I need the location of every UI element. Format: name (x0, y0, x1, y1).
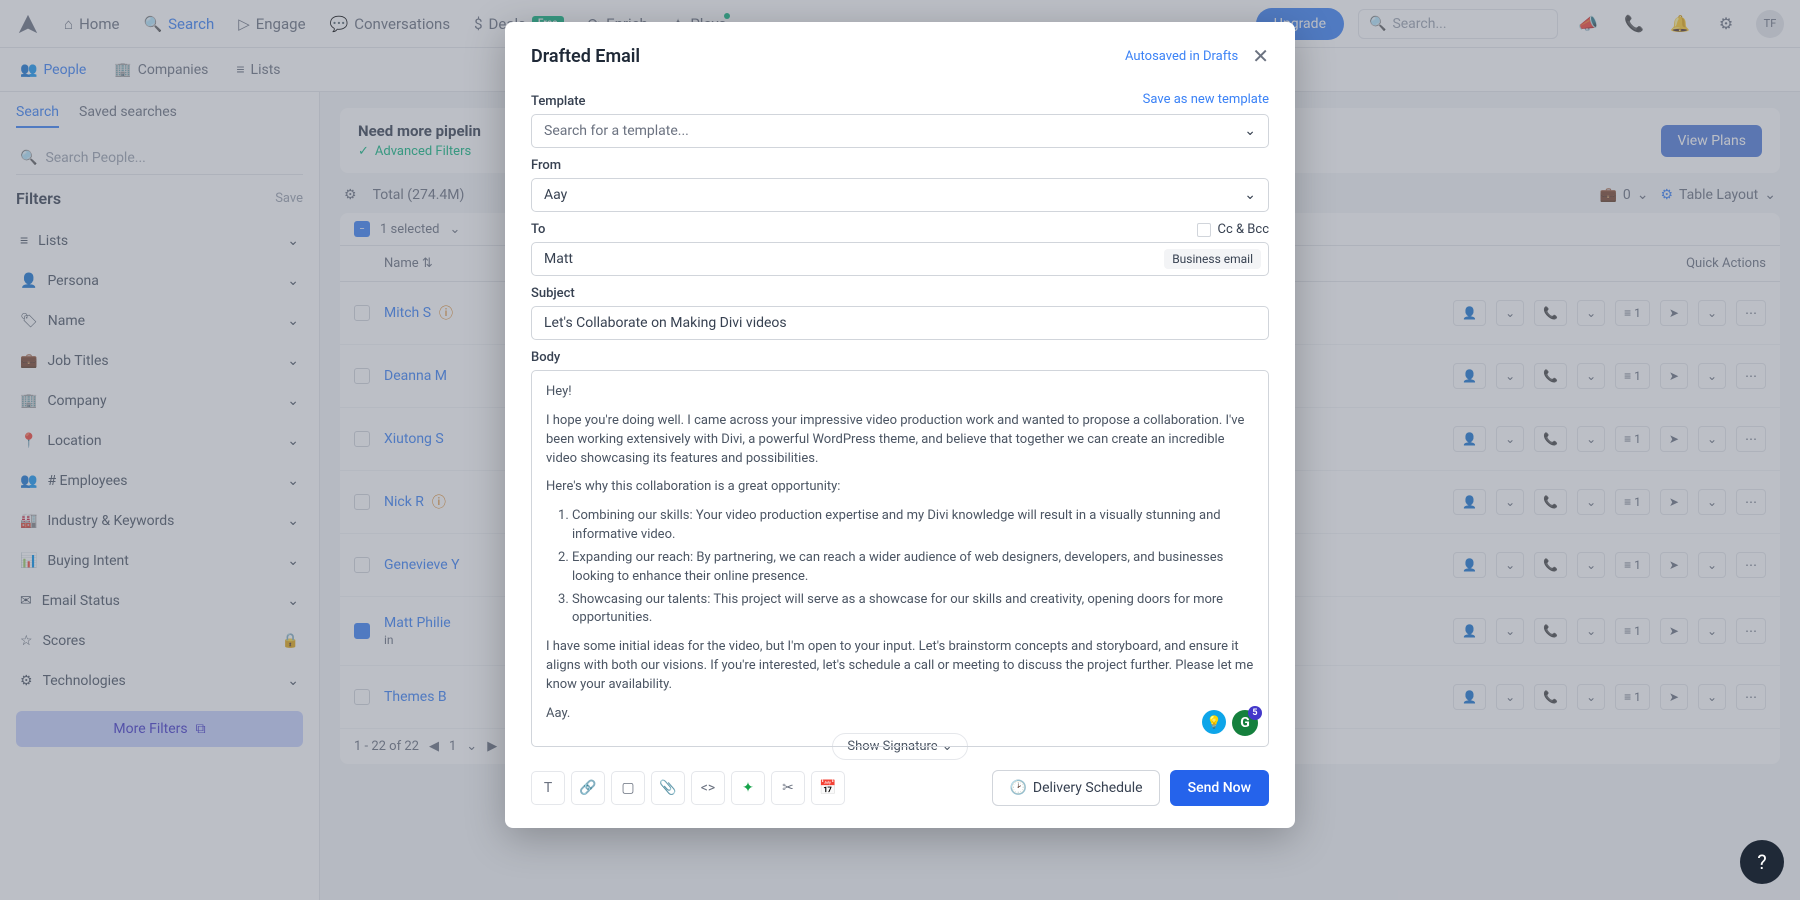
body-editor[interactable]: Hey! I hope you're doing well. I came ac… (531, 370, 1269, 747)
cc-bcc-toggle[interactable]: Cc & Bcc (1197, 222, 1269, 237)
snippet-icon[interactable]: ✂ (771, 771, 805, 805)
image-icon[interactable]: ▢ (611, 771, 645, 805)
assistant-icon[interactable]: 💡 (1202, 710, 1226, 734)
business-email-tag: Business email (1164, 249, 1261, 269)
template-label: Template (531, 94, 586, 109)
ai-icon[interactable]: ✦ (731, 771, 765, 805)
template-select[interactable]: Search for a template... ⌄ (531, 114, 1269, 148)
from-label: From (531, 158, 1269, 173)
calendar-icon[interactable]: 📅 (811, 771, 845, 805)
subject-input[interactable] (531, 306, 1269, 340)
delivery-schedule-button[interactable]: 🕑Delivery Schedule (992, 770, 1159, 806)
help-button[interactable]: ? (1740, 840, 1784, 884)
to-input[interactable] (531, 242, 1269, 276)
save-template-link[interactable]: Save as new template (1143, 92, 1269, 107)
modal-overlay: Drafted Email Autosaved in Drafts ✕ Temp… (0, 0, 1800, 900)
code-icon[interactable]: <> (691, 771, 725, 805)
chevron-down-icon: ⌄ (1244, 187, 1256, 203)
link-icon[interactable]: 🔗 (571, 771, 605, 805)
send-now-button[interactable]: Send Now (1170, 770, 1269, 806)
body-label: Body (531, 350, 1269, 365)
attachment-icon[interactable]: 📎 (651, 771, 685, 805)
modal-title: Drafted Email (531, 46, 640, 67)
autosaved-label[interactable]: Autosaved in Drafts (1125, 49, 1238, 64)
close-icon[interactable]: ✕ (1252, 44, 1269, 68)
subject-label: Subject (531, 286, 1269, 301)
grammarly-icon[interactable]: G5 (1232, 710, 1258, 736)
chevron-down-icon: ⌄ (1244, 123, 1256, 139)
to-label: To (531, 222, 545, 237)
from-select[interactable]: Aay ⌄ (531, 178, 1269, 212)
clock-icon: 🕑 (1009, 780, 1026, 796)
cc-checkbox[interactable] (1197, 223, 1211, 237)
text-format-icon[interactable]: T (531, 771, 565, 805)
drafted-email-modal: Drafted Email Autosaved in Drafts ✕ Temp… (505, 22, 1295, 828)
